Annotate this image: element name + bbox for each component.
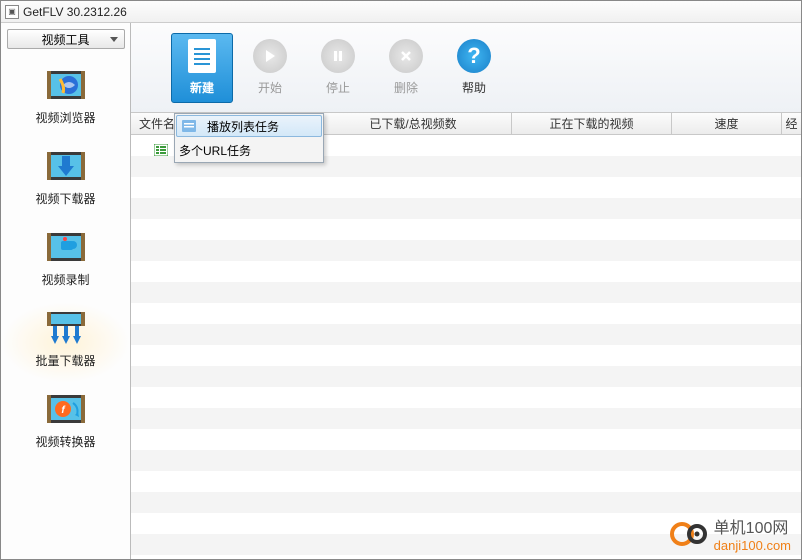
sidebar-item-label: 视频下载器 [35,190,95,207]
browser-icon [42,65,90,105]
content-area: 视频工具 视频浏览器 [1,23,801,559]
table-row [131,408,801,429]
downloader-icon [42,146,90,186]
help-button[interactable]: ? 帮助 [443,33,505,103]
watermark-brand: 单机100网 [714,514,791,538]
table-row [131,387,801,408]
table-row [131,429,801,450]
sidebar: 视频工具 视频浏览器 [1,23,131,559]
close-icon [389,39,423,73]
watermark-icon [670,520,708,548]
batch-icon [42,308,90,348]
column-downloaded[interactable]: 已下载/总视频数 [315,113,512,134]
toolbar-label: 帮助 [462,79,486,96]
sidebar-item-downloader[interactable]: 视频下载器 [1,140,130,221]
column-elapsed[interactable]: 经 [782,113,801,134]
table-row [131,324,801,345]
pause-icon [321,39,355,73]
sidebar-item-browser[interactable]: 视频浏览器 [1,59,130,140]
window-title: GetFLV 30.2312.26 [23,5,127,19]
table-body [131,135,801,559]
sidebar-item-recorder[interactable]: 视频录制 [1,221,130,302]
watermark-domain: danji100.com [714,538,791,553]
table-row [131,345,801,366]
main-area: 新建 开始 停止 删除 [131,23,801,559]
toolbar: 新建 开始 停止 删除 [131,23,801,113]
table-row [131,555,801,559]
help-icon: ? [457,39,491,73]
table-row [131,366,801,387]
watermark: 单机100网 danji100.com [670,514,791,553]
sidebar-item-label: 视频转换器 [35,433,95,450]
sidebar-item-label: 视频浏览器 [35,109,95,126]
menu-item-label: 多个URL任务 [173,142,251,159]
sidebar-tools-dropdown[interactable]: 视频工具 [7,29,125,49]
menu-playlist-task[interactable]: 播放列表任务 [176,115,322,137]
toolbar-label: 新建 [190,79,214,96]
table-row [131,471,801,492]
toolbar-label: 删除 [394,79,418,96]
toolbar-label: 停止 [326,79,350,96]
new-dropdown-menu: 播放列表任务 多个URL任务 [174,113,324,163]
new-button[interactable]: 新建 [171,33,233,103]
table-row [131,177,801,198]
playlist-icon [177,120,201,132]
toolbar-label: 开始 [258,79,282,96]
converter-icon: f [42,389,90,429]
sidebar-item-batch[interactable]: 批量下载器 [1,302,130,383]
recorder-icon [42,227,90,267]
sidebar-item-label: 批量下载器 [35,352,95,369]
menu-multi-url-task[interactable]: 多个URL任务 [149,138,323,162]
table-row [131,450,801,471]
sidebar-item-converter[interactable]: f 视频转换器 [1,383,130,464]
delete-button[interactable]: 删除 [375,33,437,103]
table-row [131,303,801,324]
stop-button[interactable]: 停止 [307,33,369,103]
table-row [131,219,801,240]
start-button[interactable]: 开始 [239,33,301,103]
sidebar-item-label: 视频录制 [41,271,89,288]
table-row [131,240,801,261]
titlebar: ▣ GetFLV 30.2312.26 [1,1,801,23]
table-row [131,492,801,513]
table-row [131,198,801,219]
new-icon [188,39,216,73]
app-icon: ▣ [5,5,19,19]
sidebar-header-label: 视频工具 [41,31,89,48]
multiurl-icon [149,144,173,156]
column-speed[interactable]: 速度 [672,113,782,134]
play-icon [253,39,287,73]
menu-item-label: 播放列表任务 [201,118,279,135]
table-row [131,261,801,282]
table-row [131,282,801,303]
column-downloading[interactable]: 正在下载的视频 [512,113,672,134]
